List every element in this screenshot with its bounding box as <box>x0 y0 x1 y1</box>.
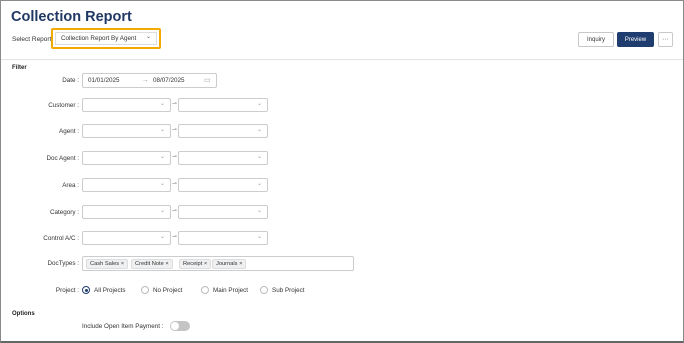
date-from-value: 01/01/2025 <box>88 77 120 84</box>
chevron-down-icon: ⌄ <box>159 127 165 133</box>
radio-label: Main Project <box>213 286 248 294</box>
page-title: Collection Report <box>11 9 132 25</box>
range-arrow-icon: ⇀ <box>172 208 178 214</box>
chevron-down-icon: ⌄ <box>256 101 262 107</box>
area-to-select[interactable]: ⌄ <box>178 178 268 192</box>
doctype-tag: Credit Note × <box>131 259 173 269</box>
date-label: Date : <box>62 77 79 84</box>
options-heading: Options <box>12 311 35 317</box>
chevron-down-icon: ⌄ <box>159 154 165 160</box>
chevron-down-icon: ⌄ <box>256 154 262 160</box>
doctypes-label: DocTypes : <box>47 260 80 267</box>
area-from-select[interactable]: ⌄ <box>82 178 171 192</box>
range-arrow-icon: ⇀ <box>172 127 178 133</box>
doctype-tag: Cash Sales × <box>86 259 129 269</box>
customer-from-select[interactable]: ⌄ <box>82 98 171 112</box>
filter-heading: Filter <box>12 65 27 71</box>
more-button[interactable]: ··· <box>658 32 673 47</box>
customer-to-select[interactable]: ⌄ <box>178 98 268 112</box>
report-select-value: Collection Report By Agent <box>61 35 137 42</box>
range-arrow-icon: ⇀ <box>172 234 178 240</box>
radio-sub-project[interactable]: Sub Project <box>260 286 305 294</box>
date-range-field[interactable]: 01/01/2025 → 08/07/2025 ▭ <box>82 73 217 88</box>
doctype-tag-label: Credit Note <box>135 261 164 267</box>
customer-label: Customer : <box>48 102 79 109</box>
report-select[interactable]: Collection Report By Agent ⌄ <box>51 28 161 49</box>
doctype-tag-label: Receipt <box>183 261 203 267</box>
toggle-knob <box>171 322 179 330</box>
doctype-tag-label: Cash Sales <box>90 261 120 267</box>
tag-remove-icon[interactable]: × <box>239 261 242 267</box>
agent-to-select[interactable]: ⌄ <box>178 124 268 138</box>
category-from-select[interactable]: ⌄ <box>82 205 171 219</box>
tag-remove-icon[interactable]: × <box>204 261 207 267</box>
doctype-tag: Journals × <box>212 259 247 269</box>
control-ac-label: Control A/C : <box>43 235 79 242</box>
range-arrow-icon: ⇀ <box>172 154 178 160</box>
tag-remove-icon[interactable]: × <box>165 261 168 267</box>
calendar-icon[interactable]: ▭ <box>204 76 211 84</box>
project-label: Project : <box>55 287 79 294</box>
range-arrow-icon: ⇀ <box>172 181 178 187</box>
radio-label: No Project <box>153 286 183 294</box>
radio-unselected-icon <box>201 286 209 294</box>
agent-from-select[interactable]: ⌄ <box>82 124 171 138</box>
radio-label: Sub Project <box>272 286 305 294</box>
chevron-down-icon: ⌄ <box>256 181 262 187</box>
doctype-tag: Receipt × <box>179 259 212 269</box>
header-divider <box>1 59 683 60</box>
chevron-down-icon: ⌄ <box>159 181 165 187</box>
radio-unselected-icon <box>141 286 149 294</box>
doc-agent-from-select[interactable]: ⌄ <box>82 151 171 165</box>
radio-main-project[interactable]: Main Project <box>201 286 248 294</box>
preview-button[interactable]: Preview <box>617 32 654 47</box>
control-ac-to-select[interactable]: ⌄ <box>178 231 268 245</box>
open-item-label: Include Open Item Payment : <box>82 323 164 330</box>
chevron-down-icon: ⌄ <box>256 127 262 133</box>
chevron-down-icon: ⌄ <box>159 208 165 214</box>
category-label: Category : <box>49 209 79 216</box>
agent-label: Agent : <box>59 128 79 135</box>
radio-selected-icon <box>82 286 90 294</box>
chevron-down-icon: ⌄ <box>145 34 151 40</box>
radio-no-project[interactable]: No Project <box>141 286 182 294</box>
range-arrow-icon: ⇀ <box>172 101 178 107</box>
category-to-select[interactable]: ⌄ <box>178 205 268 219</box>
doc-agent-label: Doc Agent : <box>46 155 79 162</box>
doctypes-multiselect[interactable]: Cash Sales × Credit Note × Receipt × Jou… <box>82 256 354 271</box>
doc-agent-to-select[interactable]: ⌄ <box>178 151 268 165</box>
chevron-down-icon: ⌄ <box>256 208 262 214</box>
radio-label: All Projects <box>94 286 126 294</box>
radio-all-projects[interactable]: All Projects <box>82 286 126 294</box>
date-to-value: 08/07/2025 <box>153 77 185 84</box>
radio-unselected-icon <box>260 286 268 294</box>
chevron-down-icon: ⌄ <box>159 101 165 107</box>
doctype-tag-label: Journals <box>216 261 238 267</box>
range-arrow-icon: → <box>142 77 149 84</box>
control-ac-from-select[interactable]: ⌄ <box>82 231 171 245</box>
select-report-label: Select Report <box>12 36 52 43</box>
tag-remove-icon[interactable]: × <box>121 261 124 267</box>
inquiry-button[interactable]: Inquiry <box>578 32 614 47</box>
chevron-down-icon: ⌄ <box>159 234 165 240</box>
area-label: Area : <box>62 182 79 189</box>
chevron-down-icon: ⌄ <box>256 234 262 240</box>
open-item-toggle[interactable] <box>170 321 190 331</box>
